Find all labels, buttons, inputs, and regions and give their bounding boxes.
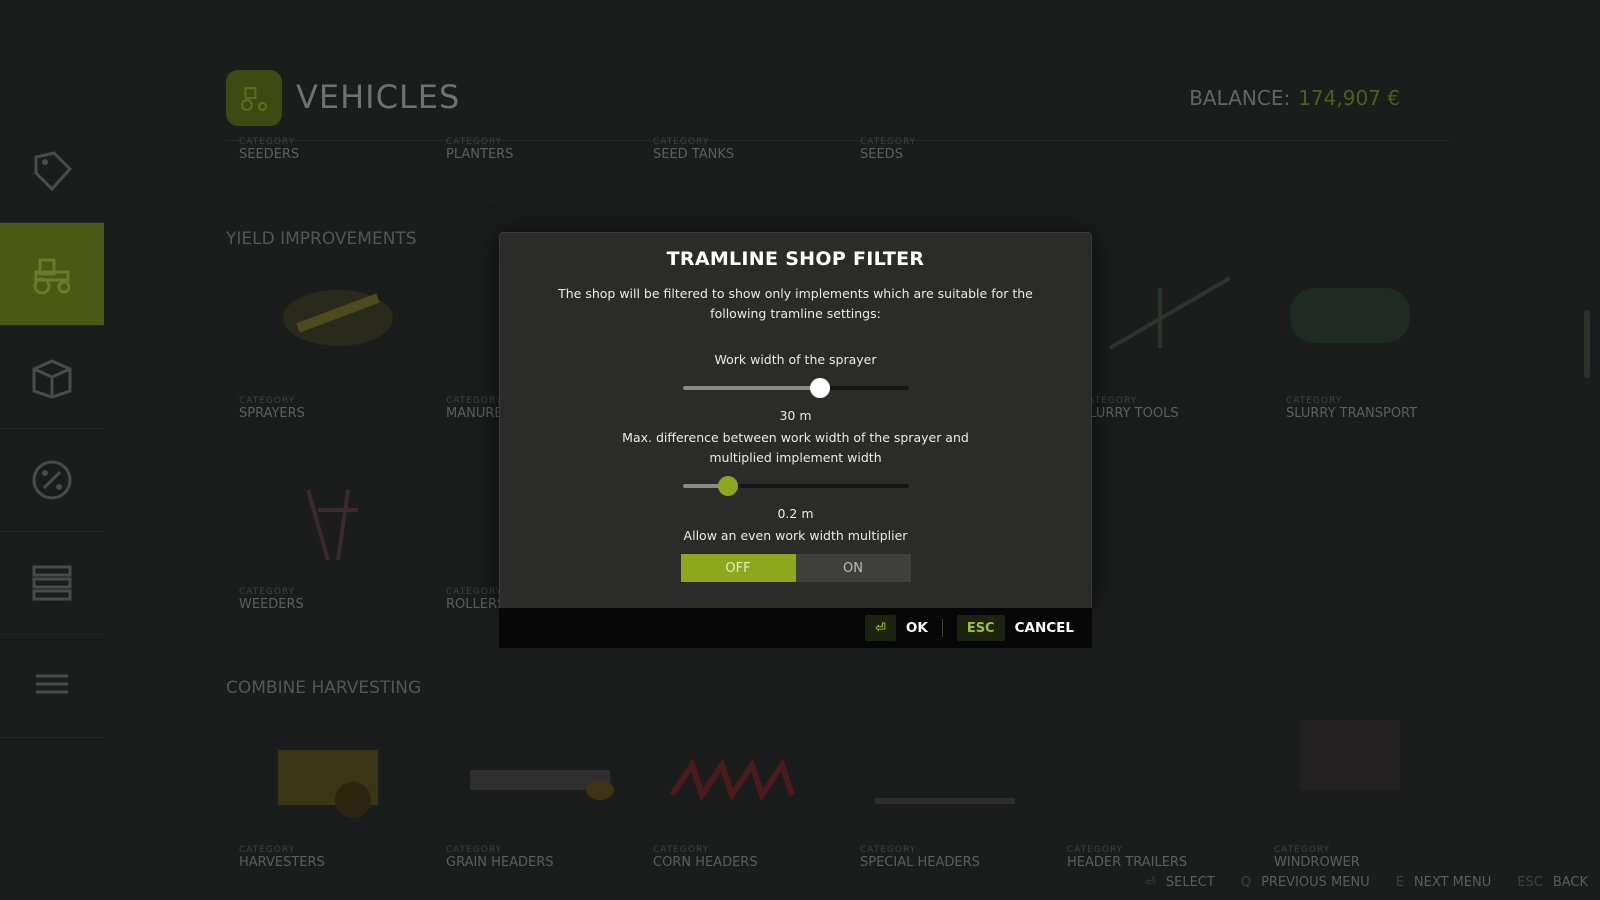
footer-previous-menu[interactable]: Q PREVIOUS MENU [1241,875,1370,890]
category-row-top: CATEGORY SEEDERS CATEGORY PLANTERS CATEGOR… [226,137,1054,162]
sidebar-item-list[interactable] [0,532,104,635]
category-tile[interactable]: CATEGORY HEADER TRAILERS [1054,845,1261,870]
enter-key-icon[interactable]: ⏎ [864,615,896,641]
work-width-label: Work width of the sprayer [714,352,877,367]
slurry-tools-thumbnail [1100,258,1250,368]
list-icon [32,565,72,601]
menu-icon [36,674,68,694]
vehicles-logo-icon [226,70,282,126]
category-tile[interactable]: CATEGORY CORN HEADERS [640,845,847,870]
page-header: VEHICLES BALANCE: 174,907 € [226,70,1450,141]
work-width-handle[interactable] [810,378,831,398]
price-tag-icon [34,151,73,192]
footer-select[interactable]: ⏎ SELECT [1145,875,1215,890]
category-row-combine: CATEGORY HARVESTERS CATEGORY GRAIN HEADERS… [226,845,1468,870]
page-title: VEHICLES [296,78,461,116]
even-multiplier-toggle[interactable]: OFF ON [680,554,911,582]
sprayer-thumbnail [258,258,408,368]
ok-button[interactable]: OK [906,620,928,636]
category-tile[interactable]: CATEGORY SPECIAL HEADERS [847,845,1054,870]
section-title-yield: YIELD IMPROVEMENTS [226,229,417,249]
tramline-shop-filter-dialog: TRAMLINE SHOP FILTER The shop will be fi… [499,232,1092,610]
footer-back[interactable]: ESC BACK [1517,875,1588,890]
harvester-thumbnail [258,720,408,830]
box-icon [32,359,72,399]
max-difference-label: Max. difference between work width of th… [622,430,969,465]
category-tile[interactable]: CATEGORY PLANTERS [433,137,640,162]
esc-key-icon[interactable]: ESC [956,615,1005,641]
scrollbar[interactable] [1584,310,1590,378]
category-row-yield-1b: CATEGORY SLURRY TOOLS CATEGORY SLURRY TRAN… [1068,396,1480,421]
tractor-icon [33,258,71,295]
balance: BALANCE: 174,907 € [1189,86,1400,110]
sidebar-item-sales[interactable] [0,429,104,532]
corn-header-thumbnail [662,745,812,855]
sidebar-item-objects[interactable] [0,326,104,429]
toggle-on-option[interactable]: ON [795,554,911,582]
category-tile[interactable]: CATEGORY HARVESTERS [226,845,433,870]
category-tile[interactable]: CATEGORY SEED TANKS [640,137,847,162]
button-divider [941,619,943,637]
category-tile[interactable]: CATEGORY SLURRY TOOLS [1068,396,1273,421]
weeder-thumbnail [258,470,408,580]
slurry-transport-thumbnail [1280,268,1430,378]
even-multiplier-label: Allow an even work width multiplier [683,528,908,543]
category-tile[interactable]: CATEGORY SLURRY TRANSPORT [1273,396,1480,421]
max-difference-handle[interactable] [717,476,738,496]
grain-header-thumbnail [460,740,614,850]
sidebar-item-menu[interactable] [0,635,104,738]
windrower-thumbnail [1280,700,1430,810]
max-difference-value: 0.2 m [777,506,814,521]
cancel-button[interactable]: CANCEL [1015,620,1074,636]
work-width-value: 30 m [779,408,812,423]
dialog-description: The shop will be filtered to show only i… [558,286,1033,321]
footer-next-menu[interactable]: E NEXT MENU [1396,875,1492,890]
enter-key-icon: ⏎ [1144,875,1156,890]
dialog-title: TRAMLINE SHOP FILTER [666,248,925,270]
toggle-off-option[interactable]: OFF [680,554,796,582]
category-tile[interactable]: CATEGORY SEEDERS [226,137,433,162]
category-tile[interactable]: CATEGORY SEEDS [847,137,1054,162]
sidebar-item-shop-categories[interactable] [0,120,104,223]
work-width-track[interactable] [682,378,909,398]
max-difference-slider[interactable] [500,468,1091,504]
dialog-button-bar: ⏎ OK ESC CANCEL [499,608,1092,648]
work-width-fill [682,386,821,390]
percent-icon [32,460,72,500]
category-tile[interactable]: CATEGORY WEEDERS [226,587,433,612]
work-width-slider[interactable] [500,370,1091,406]
max-difference-track[interactable] [682,476,909,496]
footer-hints: ⏎ SELECT Q PREVIOUS MENU E NEXT MENU ESC BAC… [1145,875,1588,890]
balance-label: BALANCE: [1189,86,1291,110]
sidebar [0,120,104,738]
sidebar-item-vehicles[interactable] [0,223,104,326]
balance-value: 174,907 € [1298,86,1400,110]
category-tile[interactable]: CATEGORY WINDROWER [1261,845,1468,870]
section-title-combine: COMBINE HARVESTING [226,678,422,698]
category-tile[interactable]: CATEGORY SPRAYERS [226,396,433,421]
category-tile[interactable]: CATEGORY GRAIN HEADERS [433,845,640,870]
